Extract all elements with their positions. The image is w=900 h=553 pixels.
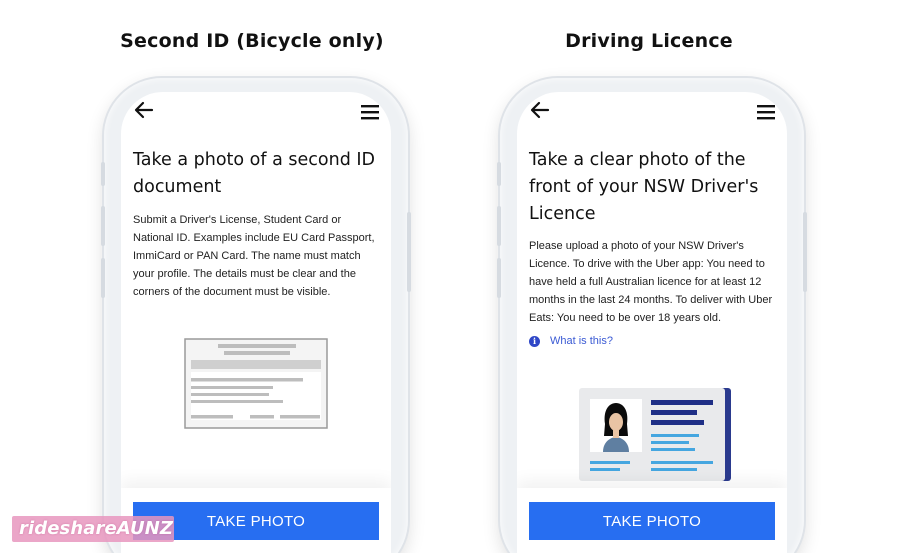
watermark-logo: rideshareAUNZ — [12, 516, 174, 542]
action-footer: TAKE PHOTO — [517, 488, 787, 553]
phone-side-button — [497, 258, 501, 298]
hamburger-menu-icon[interactable] — [757, 104, 775, 120]
instruction-text: Please upload a photo of your NSW Driver… — [529, 240, 773, 324]
phone-frame-driving-licence: Take a clear photo of the front of your … — [497, 78, 807, 553]
licence-card-illustration — [579, 388, 731, 481]
arrow-left-icon[interactable] — [529, 100, 551, 120]
phone-side-button — [497, 206, 501, 246]
app-top-bar — [121, 92, 391, 132]
app-top-bar — [517, 92, 787, 132]
page-heading: Take a clear photo of the front of your … — [529, 150, 759, 224]
arrow-left-icon[interactable] — [133, 100, 155, 120]
id-document-illustration — [184, 338, 328, 429]
panel-title-driving-licence: Driving Licence — [565, 30, 733, 52]
phone-side-button — [101, 162, 105, 186]
what-is-this-link[interactable]: i What is this? — [529, 332, 613, 350]
panel-title-second-id: Second ID (Bicycle only) — [120, 30, 384, 52]
phone-side-button — [497, 162, 501, 186]
info-icon: i — [529, 335, 540, 347]
phone-side-button — [803, 212, 807, 292]
app-screen-driving-licence: Take a clear photo of the front of your … — [517, 92, 787, 553]
phone-frame-second-id: Take a photo of a second ID document Sub… — [101, 78, 411, 553]
page-heading: Take a photo of a second ID document — [133, 150, 376, 197]
take-photo-button[interactable]: TAKE PHOTO — [529, 502, 775, 540]
phone-side-button — [101, 206, 105, 246]
phone-side-button — [101, 258, 105, 298]
what-is-this-label: What is this? — [550, 335, 613, 347]
instruction-text: Submit a Driver's License, Student Card … — [133, 214, 375, 298]
phone-side-button — [407, 212, 411, 292]
app-screen-second-id: Take a photo of a second ID document Sub… — [121, 92, 391, 553]
hamburger-menu-icon[interactable] — [361, 104, 379, 120]
